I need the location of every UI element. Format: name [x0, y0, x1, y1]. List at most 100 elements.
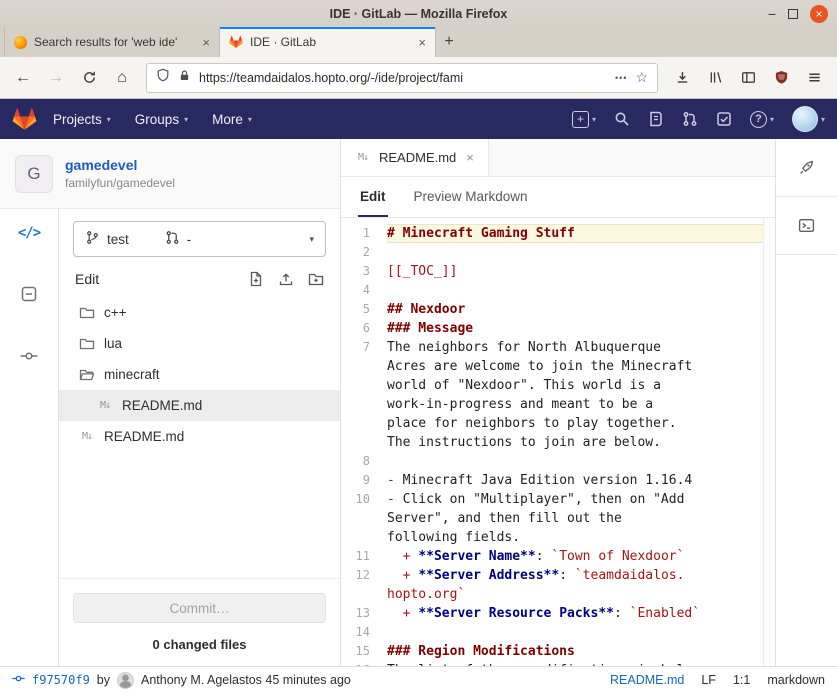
commit-author-and-time: Anthony M. Agelastos 45 minutes ago	[141, 673, 351, 687]
tab-close-icon[interactable]: ×	[202, 35, 210, 50]
forward-button[interactable]: →	[41, 64, 71, 92]
editor-line: 7 The neighbors for North Albuquerque	[341, 338, 763, 357]
code-text[interactable]: [[_TOC_]]	[387, 262, 763, 281]
code-text[interactable]	[387, 623, 763, 642]
window-titlebar: IDE · GitLab — Mozilla Firefox − ×	[0, 0, 837, 27]
new-file-icon[interactable]	[248, 271, 264, 287]
tab-close-icon[interactable]: ×	[418, 35, 426, 50]
merge-requests-icon[interactable]	[682, 111, 698, 127]
upload-file-icon[interactable]	[278, 271, 294, 287]
todos-icon[interactable]	[716, 111, 732, 127]
file-tab-readme[interactable]: M↓ README.md ×	[341, 139, 489, 176]
editor-line: 13 + **Server Resource Packs**: `Enabled…	[341, 604, 763, 623]
url-bar[interactable]: https://teamdaidalos.hopto.org/-/ide/pro…	[146, 62, 658, 93]
tree-item[interactable]: c++	[59, 297, 340, 328]
help-dropdown-button[interactable]: ? ▾	[749, 110, 774, 128]
project-name-link[interactable]: gamedevel	[65, 157, 175, 173]
folder-icon	[79, 307, 95, 318]
editor-line: 2	[341, 243, 763, 262]
code-text[interactable]: # Minecraft Gaming Stuff	[387, 224, 763, 243]
tree-header-label: Edit	[75, 271, 100, 287]
branch-selector[interactable]: test - ▾	[73, 221, 326, 257]
search-icon[interactable]	[614, 111, 630, 127]
markdown-file-icon: M↓	[99, 400, 111, 411]
code-text[interactable]: + **Server Address**: `teamdaidalos.	[387, 566, 763, 585]
code-text[interactable]: place for neighbors to play together.	[387, 414, 763, 433]
reload-button[interactable]	[74, 64, 104, 92]
ide-left-pane: G gamedevel familyfun/gamedevel </> test…	[0, 139, 341, 666]
code-text[interactable]: Acres are welcome to join the Minecraft	[387, 357, 763, 376]
tracking-protection-shield-icon[interactable]	[156, 68, 170, 87]
issues-icon[interactable]	[648, 111, 664, 127]
nav-menu-more[interactable]: More ▾	[212, 112, 252, 127]
gitlab-tanuki-logo[interactable]	[12, 107, 37, 131]
ublock-origin-icon[interactable]	[766, 64, 796, 92]
nav-menu-groups[interactable]: Groups ▾	[135, 112, 188, 127]
code-text[interactable]: ### Message	[387, 319, 763, 338]
code-text[interactable]	[387, 281, 763, 300]
code-text[interactable]: ### Region Modifications	[387, 642, 763, 661]
maximize-button[interactable]	[788, 8, 798, 19]
review-mode-icon[interactable]	[20, 285, 38, 303]
terminal-rail-button[interactable]	[776, 197, 837, 255]
code-text[interactable]	[387, 243, 763, 262]
code-text[interactable]: The neighbors for North Albuquerque	[387, 338, 763, 357]
commit-icon	[12, 672, 25, 688]
code-text[interactable]: Server", and then fill out the	[387, 509, 763, 528]
chevron-down-icon: ▾	[769, 114, 774, 124]
browser-tab-gitlab[interactable]: IDE · GitLab ×	[220, 27, 436, 57]
code-text[interactable]: + **Server Name**: `Town of Nexdoor`	[387, 547, 763, 566]
code-editor[interactable]: 1 # Minecraft Gaming Stuff 2 3 [[_TOC_]] 4 5 ##…	[341, 218, 763, 666]
code-text[interactable]: hopto.org`	[387, 585, 763, 604]
close-window-button[interactable]: ×	[810, 4, 828, 23]
project-path: familyfun/gamedevel	[65, 176, 176, 190]
sidebars-icon[interactable]	[733, 64, 763, 92]
lock-icon[interactable]	[178, 69, 191, 87]
home-button[interactable]: ⌂	[107, 64, 137, 92]
line-number: 4	[362, 283, 370, 297]
line-number: 11	[355, 549, 370, 563]
code-text[interactable]: following fields.	[387, 528, 763, 547]
tree-header: Edit	[59, 267, 340, 297]
downloads-icon[interactable]	[667, 64, 697, 92]
edit-mode-icon[interactable]: </>	[18, 225, 41, 241]
bookmark-star-icon[interactable]: ☆	[635, 69, 648, 86]
nav-menu-projects[interactable]: Projects ▾	[53, 112, 111, 127]
code-text[interactable]: world of "Nexdoor". This world is a	[387, 376, 763, 395]
new-tab-button[interactable]: +	[436, 29, 462, 55]
close-file-icon[interactable]: ×	[466, 150, 474, 165]
code-text[interactable]	[387, 452, 763, 471]
code-text[interactable]: - Minecraft Java Edition version 1.16.4	[387, 471, 763, 490]
new-folder-icon[interactable]	[308, 271, 324, 287]
new-dropdown-button[interactable]: + ▾	[571, 110, 596, 128]
commit-mode-icon[interactable]	[20, 347, 38, 365]
pipelines-rail-button[interactable]	[776, 139, 837, 197]
browser-tab-search[interactable]: Search results for 'web ide' ×	[4, 27, 220, 57]
tree-item[interactable]: M↓ README.md	[59, 421, 340, 452]
tab-edit[interactable]: Edit	[358, 177, 388, 217]
code-text[interactable]: ## Nexdoor	[387, 300, 763, 319]
minimize-button[interactable]: −	[768, 7, 776, 21]
user-menu-button[interactable]: ▾	[791, 106, 825, 132]
editor-line: The instructions to join are below.	[341, 433, 763, 452]
code-text[interactable]: + **Server Resource Packs**: `Enabled`	[387, 604, 763, 623]
commit-button[interactable]: Commit…	[73, 593, 326, 623]
library-icon[interactable]	[700, 64, 730, 92]
line-number: 6	[362, 321, 370, 335]
code-text[interactable]: - Click on "Multiplayer", then on "Add	[387, 490, 763, 509]
tree-item[interactable]: minecraft	[59, 359, 340, 390]
back-button[interactable]: ←	[8, 64, 38, 92]
latest-commit-sha-link[interactable]: f97570f9	[32, 673, 90, 687]
page-actions-icon[interactable]: •••	[615, 73, 627, 83]
code-text[interactable]: The instructions to join are below.	[387, 433, 763, 452]
hamburger-menu-icon[interactable]	[799, 64, 829, 92]
line-number	[341, 528, 387, 547]
tree-item[interactable]: lua	[59, 328, 340, 359]
status-file-link[interactable]: README.md	[610, 673, 684, 687]
tab-preview-markdown[interactable]: Preview Markdown	[412, 177, 530, 217]
code-text[interactable]: work-in-progress and meant to be a	[387, 395, 763, 414]
ide-content: G gamedevel familyfun/gamedevel </> test…	[0, 139, 837, 666]
editor-line: 15 ### Region Modifications	[341, 642, 763, 661]
editor-scrollbar[interactable]	[763, 218, 775, 666]
tree-item[interactable]: M↓ README.md	[59, 390, 340, 421]
